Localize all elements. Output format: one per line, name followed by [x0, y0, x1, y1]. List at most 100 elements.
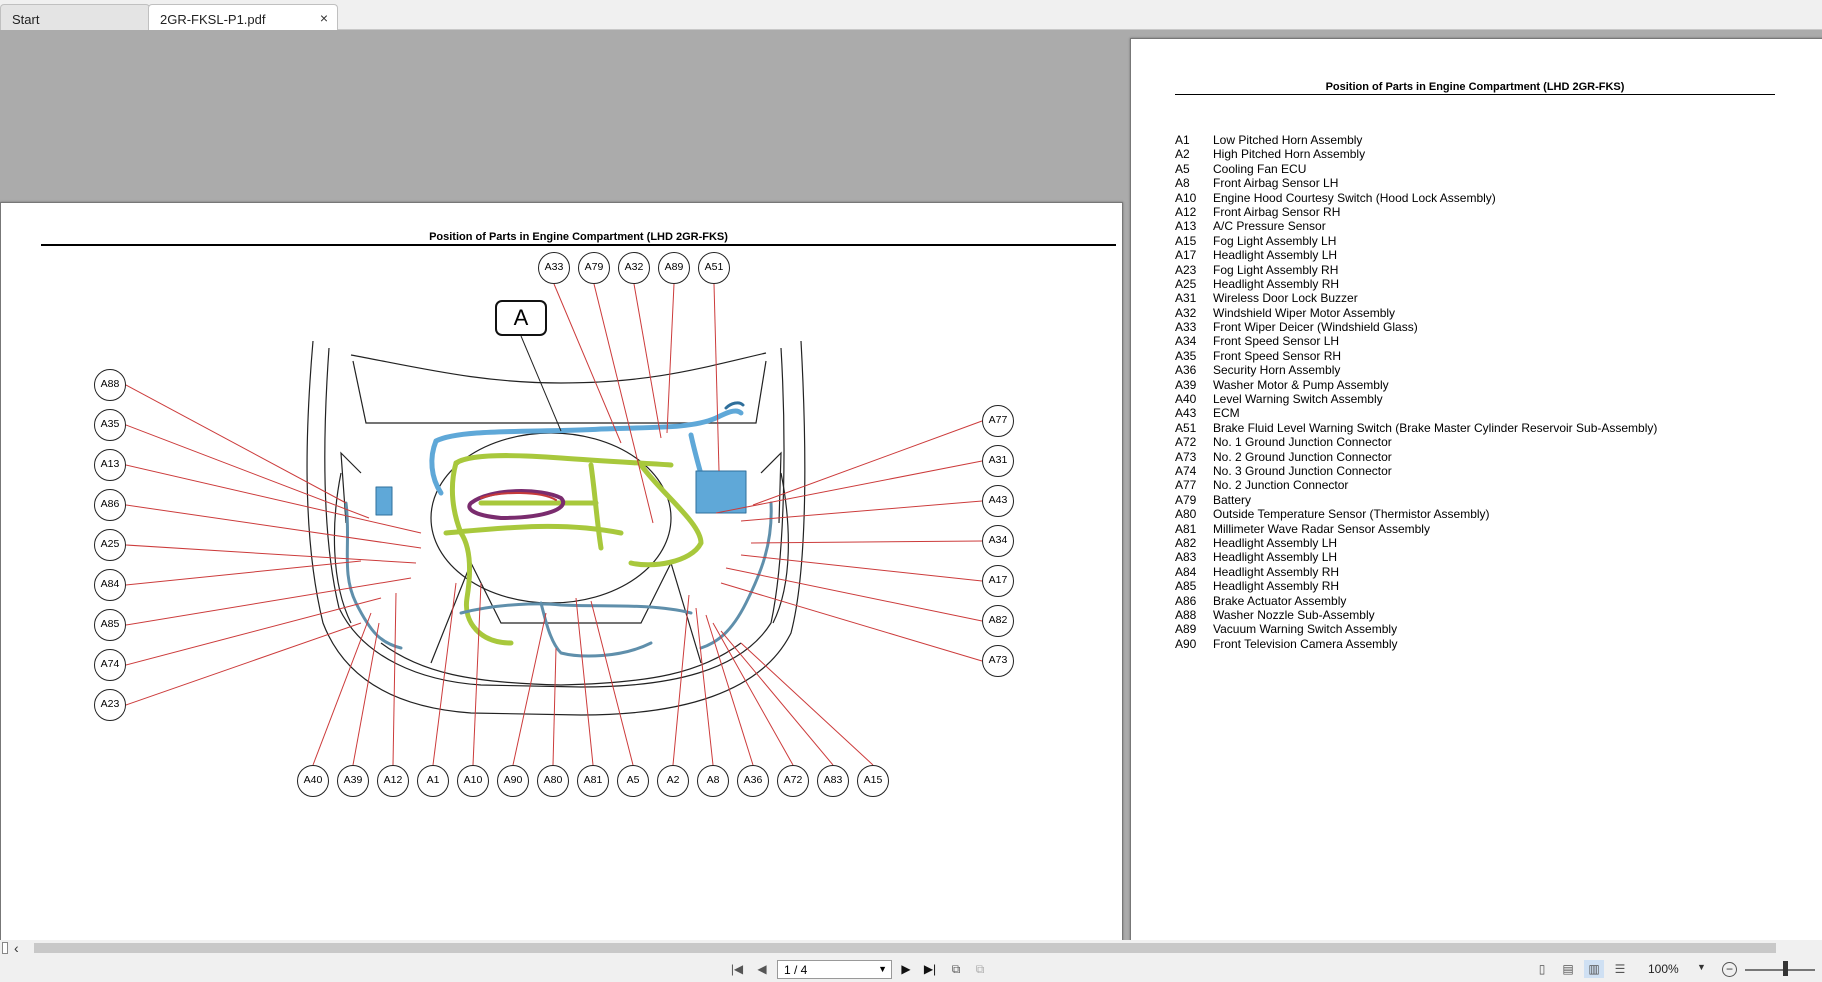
chevron-down-icon[interactable]: ▼	[878, 961, 887, 978]
tab-start[interactable]: Start	[0, 4, 150, 30]
two-page-continuous-icon[interactable]: ☰	[1610, 960, 1630, 978]
callout-a34: A34	[982, 525, 1014, 557]
legend-part-name: Washer Nozzle Sub-Assembly	[1213, 607, 1375, 622]
next-page-icon[interactable]: ▶	[896, 960, 916, 978]
legend-part-name: Headlight Assembly RH	[1213, 564, 1340, 579]
zoom-slider[interactable]	[1745, 969, 1815, 971]
first-page-icon[interactable]: |◀	[727, 960, 747, 978]
leader-line	[312, 612, 372, 766]
pdf-page-diagram: Position of Parts in Engine Compartment …	[0, 202, 1123, 940]
two-page-icon[interactable]: ▥	[1584, 960, 1604, 978]
legend-part-name: Front Airbag Sensor LH	[1213, 176, 1339, 191]
document-viewport[interactable]: Position of Parts in Engine Compartment …	[0, 30, 1822, 940]
legend-part-name: ECM	[1213, 406, 1240, 421]
legend-part-name: Millimeter Wave Radar Sensor Assembly	[1213, 521, 1430, 536]
callout-a73: A73	[982, 645, 1014, 677]
leader-line	[672, 594, 690, 766]
legend-code: A51	[1175, 420, 1197, 435]
legend-row: A12 Front Airbag Sensor RH	[1175, 205, 1657, 219]
single-page-icon[interactable]: ▯	[1532, 960, 1552, 978]
leader-line	[125, 424, 370, 519]
parts-legend: A1 Low Pitched Horn Assembly A2 High Pitche…	[1175, 133, 1657, 651]
leader-line	[392, 592, 397, 766]
callout-a35: A35	[94, 409, 126, 441]
legend-row: A84 Headlight Assembly RH	[1175, 565, 1657, 579]
horizontal-scrollbar[interactable]: ‹	[0, 940, 1822, 956]
leader-line	[713, 283, 720, 472]
legend-row: A8 Front Airbag Sensor LH	[1175, 176, 1657, 190]
scroll-left-icon[interactable]: ‹	[14, 940, 19, 956]
leader-line	[720, 582, 983, 662]
legend-part-name: Security Horn Assembly	[1213, 363, 1341, 378]
leader-line	[715, 460, 983, 514]
callout-a40: A40	[297, 765, 329, 797]
legend-part-name: Engine Hood Courtesy Switch (Hood Lock A…	[1213, 190, 1496, 205]
callout-a85: A85	[94, 609, 126, 641]
legend-code: A32	[1175, 305, 1197, 320]
legend-row: A32 Windshield Wiper Motor Assembly	[1175, 306, 1657, 320]
legend-part-name: No. 2 Junction Connector	[1213, 478, 1349, 493]
legend-code: A74	[1175, 463, 1197, 478]
page-number-field[interactable]: 1 / 4 ▼	[777, 960, 892, 979]
legend-code: A90	[1175, 636, 1197, 651]
tab-document[interactable]: 2GR-FKSL-P1.pdf ×	[148, 4, 338, 30]
legend-row: A31 Wireless Door Lock Buzzer	[1175, 291, 1657, 305]
heading-rule-right	[1175, 94, 1775, 95]
zoom-slider-handle[interactable]	[1783, 961, 1788, 976]
last-page-icon[interactable]: ▶|	[920, 960, 940, 978]
legend-row: A79 Battery	[1175, 493, 1657, 507]
callout-a84: A84	[94, 569, 126, 601]
legend-code: A31	[1175, 291, 1197, 306]
legend-row: A43 ECM	[1175, 406, 1657, 420]
rotate-icon[interactable]: ⧉	[970, 960, 990, 978]
legend-part-name: Outside Temperature Sensor (Thermistor A…	[1213, 507, 1490, 522]
legend-part-name: Vacuum Warning Switch Assembly	[1213, 622, 1398, 637]
zoom-dropdown-icon[interactable]: ▼	[1697, 962, 1706, 972]
callout-a15: A15	[857, 765, 889, 797]
legend-part-name: Battery	[1213, 492, 1252, 507]
legend-part-name: Fog Light Assembly RH	[1213, 262, 1339, 277]
legend-part-name: Wireless Door Lock Buzzer	[1213, 291, 1358, 306]
scroll-thumb[interactable]	[34, 943, 1776, 953]
callout-a10: A10	[457, 765, 489, 797]
legend-row: A85 Headlight Assembly RH	[1175, 579, 1657, 593]
continuous-page-icon[interactable]: ▤	[1558, 960, 1578, 978]
callout-a77: A77	[982, 405, 1014, 437]
legend-part-name: Brake Actuator Assembly	[1213, 593, 1347, 608]
legend-code: A83	[1175, 550, 1197, 565]
legend-part-name: Front Television Camera Assembly	[1213, 636, 1398, 651]
legend-code: A82	[1175, 535, 1197, 550]
leader-line	[740, 642, 874, 766]
engine-compartment-diagram	[125, 283, 983, 766]
legend-row: A73 No. 2 Ground Junction Connector	[1175, 450, 1657, 464]
legend-code: A85	[1175, 579, 1197, 594]
callout-a23: A23	[94, 689, 126, 721]
legend-part-name: No. 1 Ground Junction Connector	[1213, 435, 1392, 450]
legend-code: A2	[1175, 147, 1190, 162]
legend-code: A39	[1175, 377, 1197, 392]
legend-part-name: Fog Light Assembly LH	[1213, 233, 1337, 248]
legend-code: A88	[1175, 607, 1197, 622]
callout-a31: A31	[982, 445, 1014, 477]
prev-page-icon[interactable]: ◀	[752, 960, 772, 978]
leader-line	[593, 283, 654, 524]
close-icon[interactable]: ×	[320, 10, 328, 26]
legend-row: A51 Brake Fluid Level Warning Switch (Bra…	[1175, 421, 1657, 435]
legend-row: A33 Front Wiper Deicer (Windshield Glass)	[1175, 320, 1657, 334]
legend-part-name: Low Pitched Horn Assembly	[1213, 133, 1363, 147]
legend-part-name: Headlight Assembly LH	[1213, 248, 1338, 263]
legend-part-name: Headlight Assembly RH	[1213, 579, 1340, 594]
callout-a1: A1	[417, 765, 449, 797]
leader-line	[705, 614, 754, 766]
legend-row: A77 No. 2 Junction Connector	[1175, 478, 1657, 492]
copy-icon[interactable]: ⧉	[946, 960, 966, 978]
zoom-out-icon[interactable]: −	[1722, 962, 1737, 977]
status-bar: |◀ ◀ 1 / 4 ▼ ▶ ▶| ⧉ ⧉ ▯ ▤ ▥ ☰ 100% ▼ −	[0, 956, 1822, 982]
legend-part-name: Headlight Assembly LH	[1213, 535, 1338, 550]
leader-line	[125, 384, 347, 504]
legend-row: A82 Headlight Assembly LH	[1175, 536, 1657, 550]
legend-code: A80	[1175, 507, 1197, 522]
leader-line	[125, 544, 417, 564]
tab-document-label: 2GR-FKSL-P1.pdf	[160, 12, 266, 27]
legend-row: A17 Headlight Assembly LH	[1175, 248, 1657, 262]
